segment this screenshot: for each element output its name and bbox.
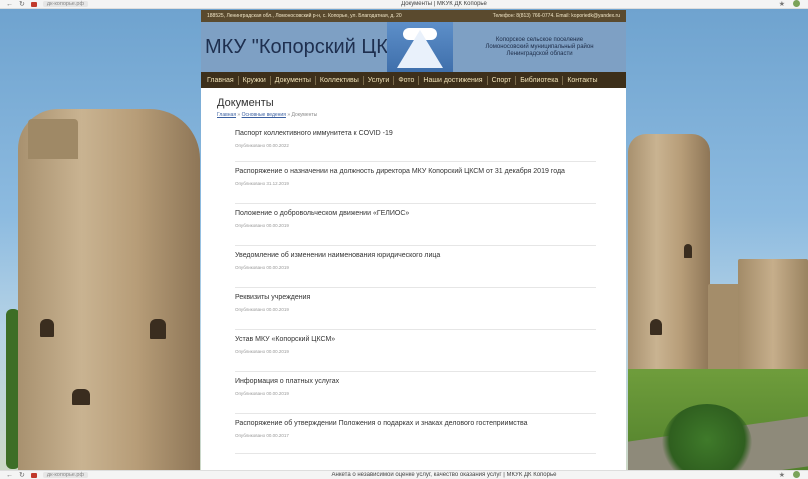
browser-actions-bottom: ★ — [728, 471, 808, 479]
document-title[interactable]: Положение о добровольческом движении «ГЕ… — [235, 209, 596, 219]
list-item[interactable]: Паспорт коллективного иммунитета к COVID… — [235, 124, 596, 162]
site-security-icon[interactable] — [30, 1, 37, 7]
tower-window — [684, 244, 692, 258]
nav-item-achievements[interactable]: Наши достижения — [419, 75, 488, 85]
nav-item-sport[interactable]: Спорт — [488, 75, 517, 85]
list-item[interactable]: Положение о добровольческом движении «ГЕ… — [235, 204, 596, 246]
site-header: МКУ "Копорский ЦКСМ" Копорское сельское … — [201, 22, 626, 72]
list-item[interactable]: Устав МКУ «Копорский ЦКСМ» Опубликовано … — [235, 330, 596, 372]
page-title: Документы — [217, 97, 274, 109]
logo-mountain — [397, 30, 443, 68]
breadcrumb: Главная » Основные ведения » Документы — [217, 112, 318, 118]
star-icon[interactable]: ★ — [779, 471, 785, 479]
reload-icon[interactable]: ↻ — [19, 472, 25, 479]
tower-window — [650, 319, 662, 335]
browser-nav-controls: ← ↻ дк-копорье.рф — [0, 1, 160, 8]
reload-icon[interactable]: ↻ — [19, 1, 25, 8]
site-security-icon[interactable] — [30, 472, 37, 478]
document-title[interactable]: Устав МКУ «Копорский ЦКСМ» — [235, 335, 596, 345]
nav-item-clubs[interactable]: Кружки — [239, 75, 271, 85]
browser-actions: ★ — [728, 0, 808, 8]
contact-strip: 188525, Ленинградская обл., Ломоносовски… — [201, 10, 626, 22]
document-date: Опубликовано 00.00.2019 — [235, 349, 289, 354]
nav-item-collectives[interactable]: Коллективы — [316, 75, 364, 85]
address-bar-bottom[interactable]: дк-копорье.рф — [42, 472, 88, 478]
back-icon[interactable]: ← — [6, 472, 13, 479]
list-item[interactable]: Распоряжение об утверждении Положения о … — [235, 414, 596, 454]
region-line: Копорское сельское поселение — [495, 36, 584, 43]
document-date: Опубликовано 00.00.2017 — [235, 433, 289, 438]
document-date: Опубликовано 00.00.2019 — [235, 307, 289, 312]
fortress-battlement-left — [28, 119, 78, 159]
fortress-tower-left — [18, 109, 200, 470]
main-nav: Главная Кружки Документы Коллективы Услу… — [201, 72, 626, 88]
nav-item-library[interactable]: Библиотека — [516, 75, 564, 85]
nav-item-documents[interactable]: Документы — [271, 75, 316, 85]
nav-item-photo[interactable]: Фото — [394, 75, 420, 85]
tower-window — [40, 319, 54, 337]
tower-window — [150, 319, 166, 339]
document-title[interactable]: Уведомление об изменении наименования юр… — [235, 251, 596, 261]
list-item[interactable]: Реквизиты учреждения Опубликовано 00.00.… — [235, 288, 596, 330]
nav-item-services[interactable]: Услуги — [364, 75, 395, 85]
region-line: Ленинградской области — [506, 50, 573, 57]
breadcrumb-section[interactable]: Основные ведения — [242, 112, 286, 118]
document-date: Опубликовано 31.12.2019 — [235, 181, 289, 186]
document-title[interactable]: Распоряжение об утверждении Положения о … — [235, 419, 596, 429]
breadcrumb-current: Документы — [291, 112, 318, 118]
address-text: 188525, Ленинградская обл., Ломоносовски… — [207, 13, 402, 19]
emblem-logo[interactable] — [387, 22, 453, 72]
browser-bottom-bar: ← ↻ дк-копорье.рф Анкета о независимой о… — [0, 470, 808, 479]
document-date: Опубликовано 00.00.2019 — [235, 391, 289, 396]
profile-avatar[interactable] — [793, 471, 800, 478]
document-date: Опубликовано 00.00.2019 — [235, 223, 289, 228]
document-title[interactable]: Реквизиты учреждения — [235, 293, 596, 303]
list-item[interactable]: Распоряжение о назначении на должность д… — [235, 162, 596, 204]
nav-item-contacts[interactable]: Контакты — [563, 76, 601, 85]
tower-window — [72, 389, 90, 405]
document-title[interactable]: Паспорт коллективного иммунитета к COVID… — [235, 129, 596, 139]
browser-tab-title-bottom: Анкета о независимой оценке услуг, качес… — [331, 472, 557, 478]
star-icon[interactable]: ★ — [779, 0, 785, 8]
nav-item-home[interactable]: Главная — [203, 75, 239, 85]
main-content: Документы Главная » Основные ведения » Д… — [201, 88, 626, 454]
address-bar[interactable]: дк-копорье.рф — [42, 1, 88, 7]
document-date: Опубликовано 00.00.2022 — [235, 143, 289, 148]
back-icon[interactable]: ← — [6, 1, 13, 8]
list-item[interactable]: Информация о платных услугах Опубликован… — [235, 372, 596, 414]
profile-avatar[interactable] — [793, 0, 800, 7]
document-date: Опубликовано 00.00.2019 — [235, 265, 289, 270]
browser-top-bar: ← ↻ дк-копорье.рф Документы | МКУК ДК Ко… — [0, 0, 808, 9]
site-page: 188525, Ленинградская обл., Ломоносовски… — [201, 10, 626, 470]
document-title[interactable]: Информация о платных услугах — [235, 377, 596, 387]
contacts-text: Телефон: 8(813) 766-0774. Email: koporie… — [492, 13, 620, 19]
region-line: Ломоносовский муниципальный район — [485, 43, 594, 50]
list-item[interactable]: Уведомление об изменении наименования юр… — [235, 246, 596, 288]
browser-tab-title: Документы | МКУК ДК Копорье — [401, 1, 487, 7]
browser-nav-controls-bottom: ← ↻ дк-копорье.рф — [0, 472, 160, 479]
documents-list: Паспорт коллективного иммунитета к COVID… — [217, 124, 611, 454]
document-title[interactable]: Распоряжение о назначении на должность д… — [235, 167, 596, 177]
site-title[interactable]: МКУ "Копорский ЦКСМ" — [201, 36, 426, 59]
region-text: Копорское сельское поселение Ломоносовск… — [453, 37, 626, 58]
breadcrumb-home[interactable]: Главная — [217, 112, 236, 118]
